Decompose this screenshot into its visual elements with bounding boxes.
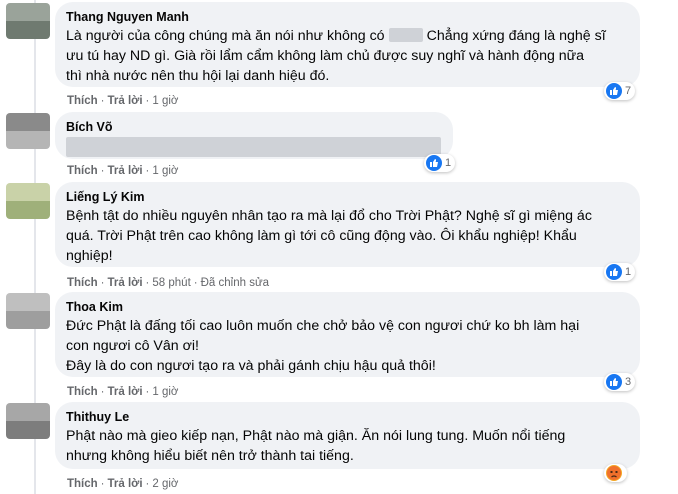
reaction-count: 3 xyxy=(625,376,632,388)
edited-label: Đã chỉnh sửa xyxy=(200,277,270,289)
comment-actions: Thích · Trả lời · 58 phút · Đã chỉnh sửa xyxy=(67,277,270,289)
comment-time[interactable]: 1 giờ xyxy=(152,165,178,177)
avatar[interactable] xyxy=(6,113,50,149)
reply-button[interactable]: Trả lời xyxy=(108,277,143,289)
comment-text: Đức Phật là đấng tối cao luôn muốn che c… xyxy=(66,318,580,374)
like-icon xyxy=(606,83,622,99)
comment-text: Là người của công chúng mà ăn nói như kh… xyxy=(66,28,606,84)
like-button[interactable]: Thích xyxy=(67,277,98,289)
comment-actions: Thích · Trả lời · 2 giờ xyxy=(67,478,179,490)
censored-blur xyxy=(388,28,423,42)
comment-actions: Thích · Trả lời · 1 giờ xyxy=(67,95,179,107)
comment-bubble: Thoa Kim Đức Phật là đấng tối cao luôn m… xyxy=(55,292,640,377)
comment-time[interactable]: 2 giờ xyxy=(152,478,178,490)
comment-bubble: Thang Nguyen Manh Là người của công chún… xyxy=(55,2,640,87)
comment-text: Phật nào mà gieo kiếp nạn, Phật nào mà g… xyxy=(66,428,566,464)
comment-time[interactable]: 1 giờ xyxy=(152,95,178,107)
reaction-count: 1 xyxy=(625,266,632,278)
reaction-count: 1 xyxy=(445,157,452,169)
like-button[interactable]: Thích xyxy=(67,165,98,177)
reaction-badge[interactable]: 3 xyxy=(604,373,636,391)
like-icon xyxy=(606,374,622,390)
comment-author[interactable]: Thoa Kim xyxy=(66,299,628,315)
comment-bubble: Thithuy Le Phật nào mà gieo kiếp nạn, Ph… xyxy=(55,402,640,469)
reaction-badge[interactable] xyxy=(604,464,627,482)
comment-actions: Thích · Trả lời · 1 giờ xyxy=(67,386,179,398)
comment-author[interactable]: Thithuy Le xyxy=(66,409,628,425)
reply-button[interactable]: Trả lời xyxy=(108,478,143,490)
comment-actions: Thích · Trả lời · 1 giờ xyxy=(67,165,179,177)
comment-author[interactable]: Liếng Lý Kim xyxy=(66,189,628,205)
like-icon xyxy=(426,155,442,171)
comment-bubble: Liếng Lý Kim Bệnh tật do nhiều nguyên nh… xyxy=(55,182,640,267)
comment-author[interactable]: Thang Nguyen Manh xyxy=(66,9,628,25)
avatar[interactable] xyxy=(6,293,50,329)
comment-author[interactable]: Bích Võ xyxy=(66,119,441,135)
avatar[interactable] xyxy=(6,183,50,219)
avatar[interactable] xyxy=(6,403,50,439)
comment-time[interactable]: 1 giờ xyxy=(152,386,178,398)
like-button[interactable]: Thích xyxy=(67,95,98,107)
reply-button[interactable]: Trả lời xyxy=(108,386,143,398)
reaction-badge[interactable]: 1 xyxy=(424,154,456,172)
reply-button[interactable]: Trả lời xyxy=(108,95,143,107)
like-button[interactable]: Thích xyxy=(67,386,98,398)
like-icon xyxy=(606,264,622,280)
angry-icon xyxy=(606,465,622,481)
reaction-badge[interactable]: 7 xyxy=(604,82,636,100)
avatar[interactable] xyxy=(6,3,50,39)
comment-text: Bệnh tật do nhiều nguyên nhân tạo ra mà … xyxy=(66,208,592,264)
reaction-badge[interactable]: 1 xyxy=(604,263,636,281)
reply-button[interactable]: Trả lời xyxy=(108,165,143,177)
comment-bubble: Bích Võ xyxy=(55,112,453,159)
comment-time[interactable]: 58 phút xyxy=(152,277,190,289)
like-button[interactable]: Thích xyxy=(67,478,98,490)
censored-text-blur xyxy=(66,137,441,157)
reaction-count: 7 xyxy=(625,85,632,97)
